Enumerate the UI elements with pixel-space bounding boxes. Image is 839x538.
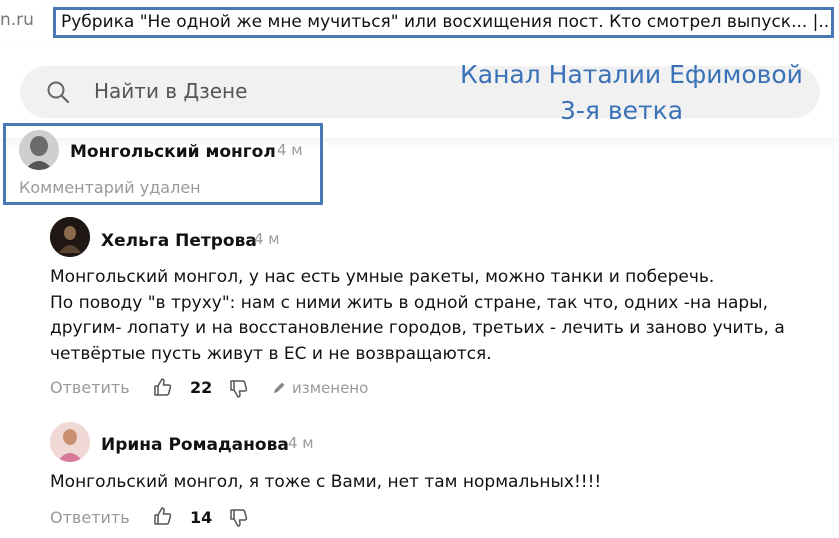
branch-annotation: 3-я ветка — [560, 96, 684, 125]
comment-author[interactable]: Хельга Петрова — [101, 231, 257, 251]
like-count: 14 — [190, 508, 213, 527]
url-fragment: n.ru — [0, 10, 34, 30]
comment-text-line: четвёртые пусть живут в ЕС и не возвраща… — [50, 344, 492, 364]
avatar[interactable] — [50, 422, 90, 462]
avatar[interactable] — [19, 130, 59, 170]
search-placeholder: Найти в Дзене — [94, 79, 248, 103]
search-icon[interactable] — [46, 80, 70, 104]
comment-text-line: Монгольский монгол, я тоже с Вами, нет т… — [50, 472, 602, 492]
avatar-image — [50, 422, 90, 462]
comment-time: 4 м — [288, 434, 314, 452]
avatar-image — [19, 130, 59, 170]
like-icon[interactable] — [153, 377, 173, 397]
dislike-icon[interactable] — [229, 379, 249, 399]
like-count: 22 — [190, 378, 213, 397]
reply-button[interactable]: Ответить — [50, 378, 130, 397]
comment-text-line: По поводу "в труху": нам с ними жить в о… — [50, 293, 768, 313]
comment-time: 4 м — [254, 230, 280, 248]
deleted-comment-text: Комментарий удален — [19, 178, 201, 197]
dislike-icon[interactable] — [229, 508, 249, 528]
like-icon[interactable] — [153, 506, 173, 526]
avatar-image — [50, 217, 90, 257]
page-title: Рубрика "Не одной же мне мучиться" или в… — [53, 7, 834, 38]
comment-author[interactable]: Монгольский монгол — [70, 142, 276, 162]
comment-text-line: другим- лопату и на восстановление город… — [50, 318, 785, 338]
edited-label: изменено — [292, 379, 369, 397]
channel-annotation: Канал Наталии Ефимовой — [460, 60, 803, 89]
comment-time: 4 м — [277, 141, 303, 159]
comment-author[interactable]: Ирина Ромаданова — [101, 435, 289, 455]
pencil-icon — [274, 382, 285, 393]
comment-text-line: Монгольский монгол, у нас есть умные рак… — [50, 267, 715, 287]
avatar[interactable] — [50, 217, 90, 257]
reply-button[interactable]: Ответить — [50, 508, 130, 527]
